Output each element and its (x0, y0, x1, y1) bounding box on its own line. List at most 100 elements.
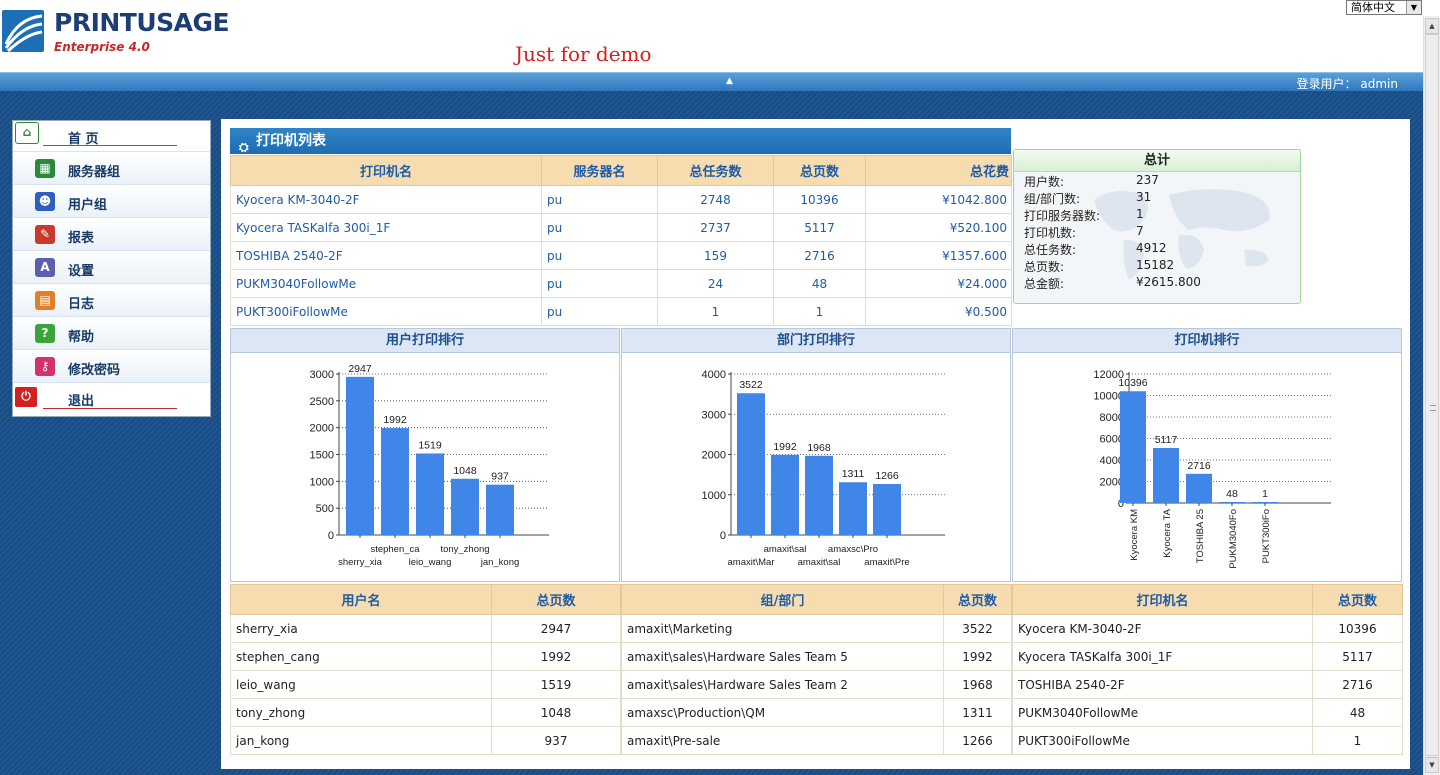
language-select[interactable]: 简体中文 ▼ (1346, 0, 1422, 15)
total-pages-cell: 1 (773, 297, 866, 326)
total-cost-cell: ¥1042.800 (865, 185, 1012, 214)
divider (43, 145, 177, 146)
total-row-printers: 打印机数: 7 (1014, 223, 1300, 240)
column-header-total-pages[interactable]: 总页数 (1312, 584, 1403, 615)
user-name-cell: sherry_xia (230, 614, 492, 643)
bar (416, 453, 444, 535)
vertical-scrollbar[interactable]: ▲ ▼ (1423, 16, 1440, 775)
total-value: 31 (1136, 190, 1152, 204)
printer-list-title: ⛭ 打印机列表 (230, 128, 1011, 154)
y-tick-label: 0 (328, 530, 334, 542)
bar (381, 428, 409, 535)
total-value: 15182 (1136, 258, 1175, 272)
y-tick-label: 2000 (702, 450, 726, 462)
grip-icon (1430, 405, 1436, 411)
column-header-total-pages[interactable]: 总页数 (773, 155, 866, 186)
table-row[interactable]: Kyocera KM-3040-2F pu 2748 10396 ¥1042.8… (230, 185, 1012, 214)
sidebar-item-server-group[interactable]: ▦ 服务器组 (13, 152, 210, 185)
table-row[interactable]: leio_wang 1519 (230, 670, 621, 699)
y-tick-label: 0 (720, 530, 726, 542)
sidebar-item-log[interactable]: ▤ 日志 (13, 284, 210, 317)
printer-name-cell[interactable]: Kyocera KM-3040-2F (230, 185, 542, 214)
sidebar-item-report[interactable]: ✎ 报表 (13, 218, 210, 251)
data-label: 48 (1226, 488, 1238, 500)
sidebar-item-user-group[interactable]: ☻ 用户组 (13, 185, 210, 218)
column-header-total-pages[interactable]: 总页数 (943, 584, 1012, 615)
user-name-cell: tony_zhong (230, 698, 492, 727)
sidebar-item-change-password[interactable]: ⚷ 修改密码 (13, 350, 210, 383)
user-name-cell: stephen_cang (230, 642, 492, 671)
demo-notice: Just for demo (515, 42, 652, 66)
y-tick-label: 1000 (310, 476, 334, 488)
table-row[interactable]: amaxsc\Production\QM 1311 (621, 698, 1012, 727)
total-pages-cell: 48 (773, 269, 866, 298)
table-row[interactable]: jan_kong 937 (230, 726, 621, 755)
dept-rank-chart-title: 部门打印排行 (622, 329, 1010, 353)
column-header-total-jobs[interactable]: 总任务数 (657, 155, 774, 186)
table-row[interactable]: amaxit\sales\Hardware Sales Team 2 1968 (621, 670, 1012, 699)
table-row[interactable]: Kyocera TASKalfa 300i_1F 5117 (1012, 642, 1403, 671)
printer-name-cell[interactable]: TOSHIBA 2540-2F (230, 241, 542, 270)
pages-cell: 1519 (491, 670, 621, 699)
column-header-total-cost[interactable]: 总花费 (865, 155, 1012, 186)
table-row[interactable]: sherry_xia 2947 (230, 614, 621, 643)
column-header-total-pages[interactable]: 总页数 (491, 584, 621, 615)
total-value: 1 (1136, 207, 1144, 221)
table-row[interactable]: tony_zhong 1048 (230, 698, 621, 727)
bar (839, 482, 867, 535)
server-group-icon: ▦ (35, 159, 55, 178)
sidebar-item-settings[interactable]: A 设置 (13, 251, 210, 284)
logo-brand-b: USAGE (136, 8, 230, 37)
data-label: 937 (491, 471, 509, 483)
printer-name-cell[interactable]: Kyocera TASKalfa 300i_1F (230, 213, 542, 242)
total-row-groups: 组/部门数: 31 (1014, 189, 1300, 206)
total-row-users: 用户数: 237 (1014, 172, 1300, 189)
top-bar: ▲ 登录用户： admin (0, 72, 1440, 91)
printer-rank-table: 打印机名 总页数 Kyocera KM-3040-2F 10396 Kyocera… (1012, 584, 1403, 755)
table-row[interactable]: PUKM3040FollowMe 48 (1012, 698, 1403, 727)
table-row[interactable]: PUKT300iFollowMe 1 (1012, 726, 1403, 755)
scroll-up-icon[interactable]: ▲ (1425, 18, 1439, 34)
table-row[interactable]: TOSHIBA 2540-2F 2716 (1012, 670, 1403, 699)
x-tick-label: amaxsc\Pro (828, 544, 878, 555)
table-row[interactable]: PUKM3040FollowMe pu 24 48 ¥24.000 (230, 269, 1012, 298)
printer-rank-chart: 02000400060008000100001200010396Kyocera … (1093, 369, 1331, 569)
table-row[interactable]: PUKT300iFollowMe pu 1 1 ¥0.500 (230, 297, 1012, 326)
collapse-header-icon[interactable]: ▲ (726, 76, 733, 86)
column-header-server-name[interactable]: 服务器名 (541, 155, 658, 186)
scrollbar-thumb[interactable] (1425, 34, 1439, 756)
column-header-printer-name[interactable]: 打印机名 (230, 155, 542, 186)
table-row[interactable]: amaxit\Pre-sale 1266 (621, 726, 1012, 755)
user-rank-table: 用户名 总页数 sherry_xia 2947 stephen_cang 1992 … (230, 584, 621, 755)
bar (771, 454, 799, 535)
y-tick-label: 1000 (702, 490, 726, 502)
table-row[interactable]: Kyocera TASKalfa 300i_1F pu 2737 5117 ¥5… (230, 213, 1012, 242)
column-header-printer-name[interactable]: 打印机名 (1012, 584, 1313, 615)
total-cost-cell: ¥1357.600 (865, 241, 1012, 270)
printer-name-cell[interactable]: PUKT300iFollowMe (230, 297, 542, 326)
bar (451, 478, 479, 535)
column-header-group-dept[interactable]: 组/部门 (621, 584, 944, 615)
total-value: 7 (1136, 224, 1144, 238)
sidebar-item-help[interactable]: ? 帮助 (13, 317, 210, 350)
printer-name-cell[interactable]: PUKM3040FollowMe (230, 269, 542, 298)
x-tick-label: amaxit\sal (764, 544, 807, 555)
sidebar-item-label: 日志 (68, 297, 95, 312)
pages-cell: 3522 (943, 614, 1012, 643)
sidebar-item-exit[interactable]: ⏻ 退出 (13, 383, 210, 416)
total-jobs-cell: 159 (657, 241, 774, 270)
printer-table: 打印机名 服务器名 总任务数 总页数 总花费 Kyocera KM-3040-2… (230, 155, 1012, 326)
total-jobs-cell: 2737 (657, 213, 774, 242)
table-row[interactable]: Kyocera KM-3040-2F 10396 (1012, 614, 1403, 643)
scroll-down-icon[interactable]: ▼ (1425, 757, 1439, 773)
log-icon: ▤ (35, 291, 55, 310)
table-header-row: 用户名 总页数 (230, 584, 621, 615)
table-row[interactable]: amaxit\sales\Hardware Sales Team 5 1992 (621, 642, 1012, 671)
sidebar-item-home[interactable]: ⌂ 首 页 (13, 121, 210, 152)
data-label: 1311 (842, 468, 865, 480)
table-row[interactable]: TOSHIBA 2540-2F pu 159 2716 ¥1357.600 (230, 241, 1012, 270)
table-row[interactable]: stephen_cang 1992 (230, 642, 621, 671)
chevron-down-icon[interactable]: ▼ (1406, 1, 1421, 14)
column-header-user-name[interactable]: 用户名 (230, 584, 492, 615)
table-row[interactable]: amaxit\Marketing 3522 (621, 614, 1012, 643)
